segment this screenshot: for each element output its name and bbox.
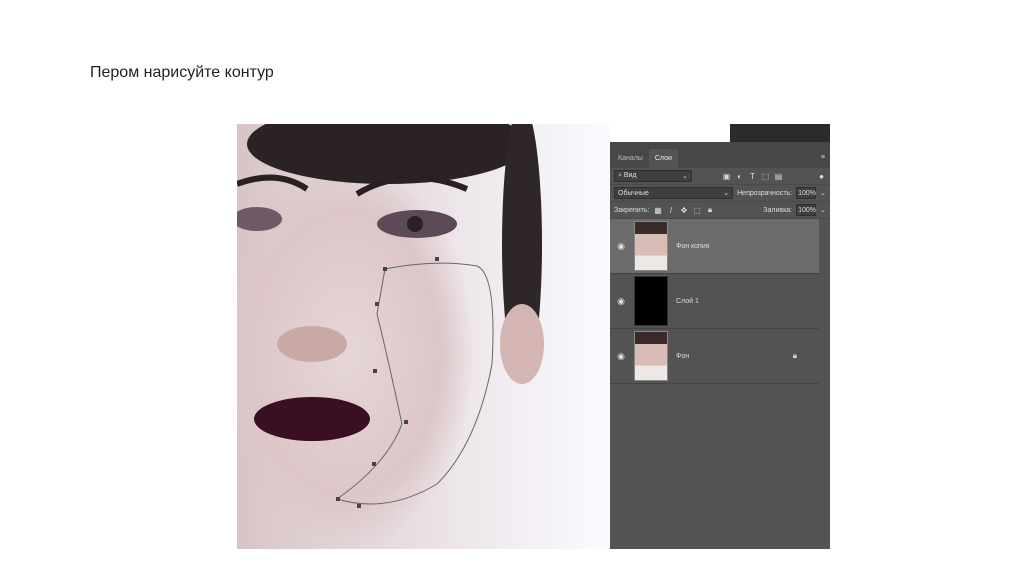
slide-title: Пером нарисуйте контур (90, 64, 274, 81)
opacity-label: Непрозрачность: (737, 189, 793, 197)
lock-label: Закрепить: (614, 206, 650, 214)
chevron-down-icon: ⌄ (723, 190, 730, 197)
panel-menu-icon[interactable]: ≡ (821, 154, 825, 161)
lock-image-icon[interactable]: / (666, 206, 675, 215)
filter-kind-select[interactable]: ⌕ Вид ⌄ (614, 170, 692, 182)
layer-row[interactable]: ◉ Фон 🔒︎ (610, 329, 819, 384)
layer-name: Слой 1 (676, 297, 699, 305)
document-area-dark (730, 124, 830, 142)
search-icon: ⌕ (618, 172, 622, 179)
layer-row[interactable]: ◉ Слой 1 (610, 274, 819, 329)
blend-mode-select[interactable]: Обычные ⌄ (614, 187, 734, 199)
filter-row: ⌕ Вид ⌄ ▣ ◐ T ⬚ ▤ ● (610, 168, 830, 185)
layer-thumbnail (634, 331, 668, 381)
layer-name: Фон копия (676, 242, 710, 250)
lock-transparent-icon[interactable]: ▦ (653, 206, 662, 215)
lock-all-icon[interactable]: 🔒︎ (705, 205, 714, 215)
fill-input[interactable]: 100% (796, 204, 817, 216)
tab-channels[interactable]: Каналы (612, 149, 649, 168)
layer-thumbnail (634, 221, 668, 271)
opacity-input[interactable]: 100% (796, 187, 817, 199)
lock-artboard-icon[interactable]: ⬚ (692, 206, 701, 215)
blend-mode-value: Обычные (618, 189, 649, 197)
tab-layers[interactable]: Слои (648, 149, 678, 168)
panel-tabs: Каналы Слои ≡ (610, 142, 830, 168)
shape-filter-icon[interactable]: ⬚ (761, 172, 770, 181)
eye-icon[interactable]: ◉ (610, 241, 632, 252)
layer-thumbnail (634, 276, 668, 326)
chevron-down-icon: ⌄ (682, 173, 688, 180)
pen-path-overlay (237, 124, 544, 508)
fill-dropdown-icon[interactable]: ⌄ (820, 206, 826, 214)
fill-label: Заливка: (763, 206, 793, 214)
filter-toggle-icon[interactable]: ● (817, 172, 826, 181)
lock-row: Закрепить: ▦ / ✥ ⬚ 🔒︎ Заливка: 100% ⌄ (610, 202, 830, 219)
type-filter-icon[interactable]: T (748, 172, 757, 181)
layers-list: ◉ Фон копия ◉ Слой 1 ◉ Фон 🔒︎ (610, 219, 819, 384)
filter-value: Вид (623, 172, 637, 179)
portrait-photo (237, 124, 610, 549)
lock-position-icon[interactable]: ✥ (679, 206, 688, 215)
image-filter-icon[interactable]: ▣ (722, 172, 731, 181)
layer-row[interactable]: ◉ Фон копия (610, 219, 819, 274)
blend-row: Обычные ⌄ Непрозрачность: 100% ⌄ (610, 185, 830, 202)
smart-object-filter-icon[interactable]: ▤ (774, 172, 783, 181)
layer-name: Фон (676, 352, 690, 360)
eye-icon[interactable]: ◉ (610, 351, 632, 362)
opacity-dropdown-icon[interactable]: ⌄ (820, 189, 826, 197)
adjustment-filter-icon[interactable]: ◐ (735, 172, 744, 181)
eye-icon[interactable]: ◉ (610, 296, 632, 307)
layers-panel: Каналы Слои ≡ ⌕ Вид ⌄ ▣ ◐ T ⬚ ▤ ● Обычные… (610, 142, 830, 549)
lock-icon: 🔒︎ (792, 351, 797, 360)
